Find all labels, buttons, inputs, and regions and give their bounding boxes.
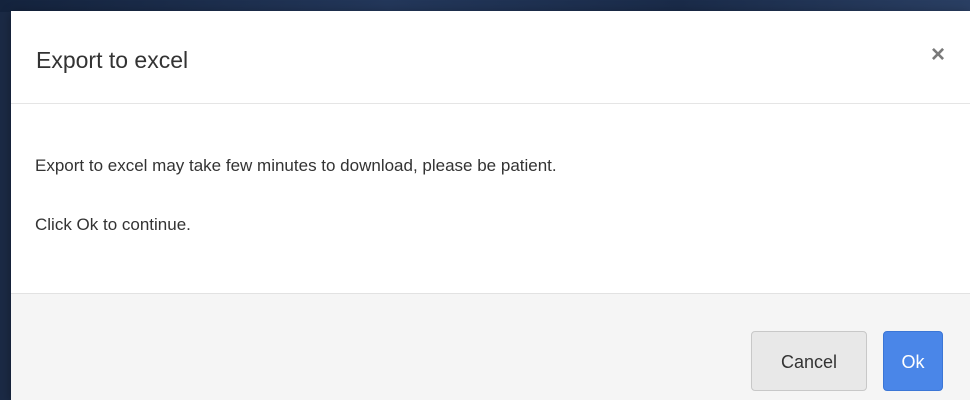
- dialog-footer: Cancel Ok: [11, 293, 970, 400]
- cancel-button[interactable]: Cancel: [751, 331, 867, 391]
- close-icon: ×: [930, 41, 945, 68]
- dialog-instruction: Click Ok to continue.: [35, 215, 191, 234]
- dialog-title: Export to excel: [36, 47, 189, 73]
- export-dialog: Export to excel × Export to excel may ta…: [11, 11, 970, 400]
- close-button[interactable]: ×: [924, 41, 952, 69]
- dialog-header: Export to excel ×: [11, 11, 970, 104]
- dialog-body: Export to excel may take few minutes to …: [11, 104, 970, 293]
- dialog-message: Export to excel may take few minutes to …: [35, 156, 557, 175]
- ok-button[interactable]: Ok: [883, 331, 943, 391]
